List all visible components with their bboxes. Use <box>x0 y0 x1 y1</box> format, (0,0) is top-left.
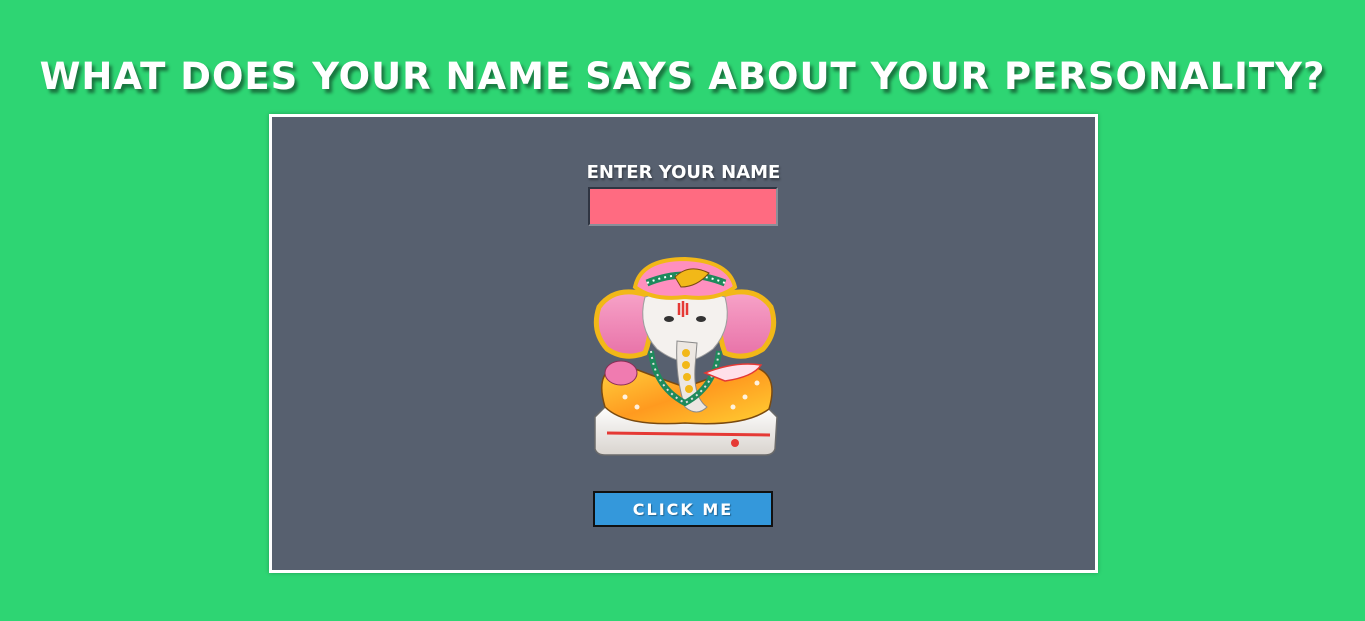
page-title: WHAT DOES YOUR NAME SAYS ABOUT YOUR PERS… <box>39 55 1326 98</box>
ganesha-idol-image <box>593 257 778 456</box>
name-input[interactable] <box>588 187 778 226</box>
click-me-button[interactable]: CLICK ME <box>593 491 773 527</box>
name-form-card: ENTER YOUR NAME CLICK ME <box>269 114 1098 573</box>
name-label: ENTER YOUR NAME <box>586 162 781 183</box>
